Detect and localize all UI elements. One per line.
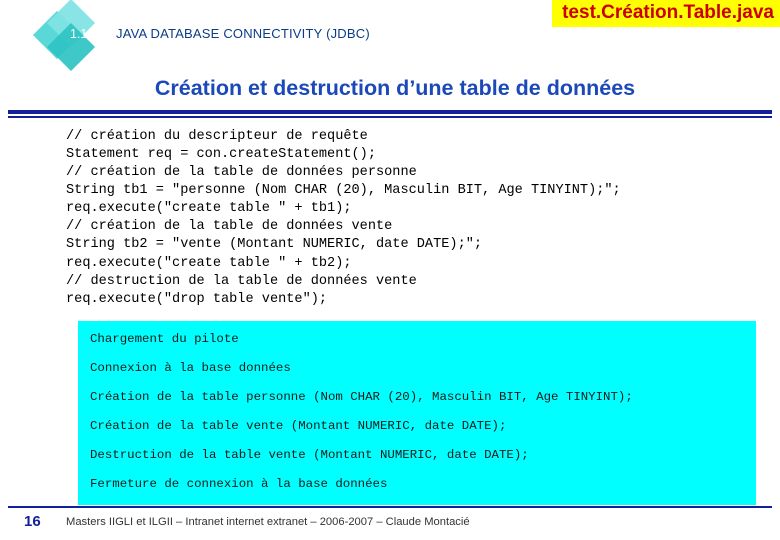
output-line: Fermeture de connexion à la base données <box>90 477 388 492</box>
divider-thin <box>8 116 772 118</box>
section-number: 1.1 <box>70 27 88 41</box>
footer-divider <box>8 506 772 508</box>
output-line: Chargement du pilote <box>90 331 239 346</box>
slide-number: 16 <box>24 513 41 530</box>
slide-header: test.Création.Table.java 1.1 JAVA DATABA… <box>0 0 780 72</box>
output-line: Création de la table personne (Nom CHAR … <box>90 390 633 405</box>
output-line: Création de la table vente (Montant NUME… <box>90 419 507 434</box>
page-title: Création et destruction d’une table de d… <box>154 76 636 100</box>
console-output-panel: Chargement du pilote Connexion à la base… <box>78 320 756 505</box>
section-title: JAVA DATABASE CONNECTIVITY (JDBC) <box>116 26 370 41</box>
title-divider <box>8 110 772 118</box>
footer-text: Masters IIGLI et ILGII – Intranet intern… <box>66 516 470 528</box>
code-snippet: // création du descripteur de requête St… <box>66 129 621 307</box>
output-line: Destruction de la table vente (Montant N… <box>90 448 529 463</box>
file-name-banner: test.Création.Table.java <box>552 0 780 27</box>
output-line: Connexion à la base données <box>90 360 291 375</box>
slide-footer: 16 Masters IIGLI et ILGII – Intranet int… <box>0 506 780 540</box>
